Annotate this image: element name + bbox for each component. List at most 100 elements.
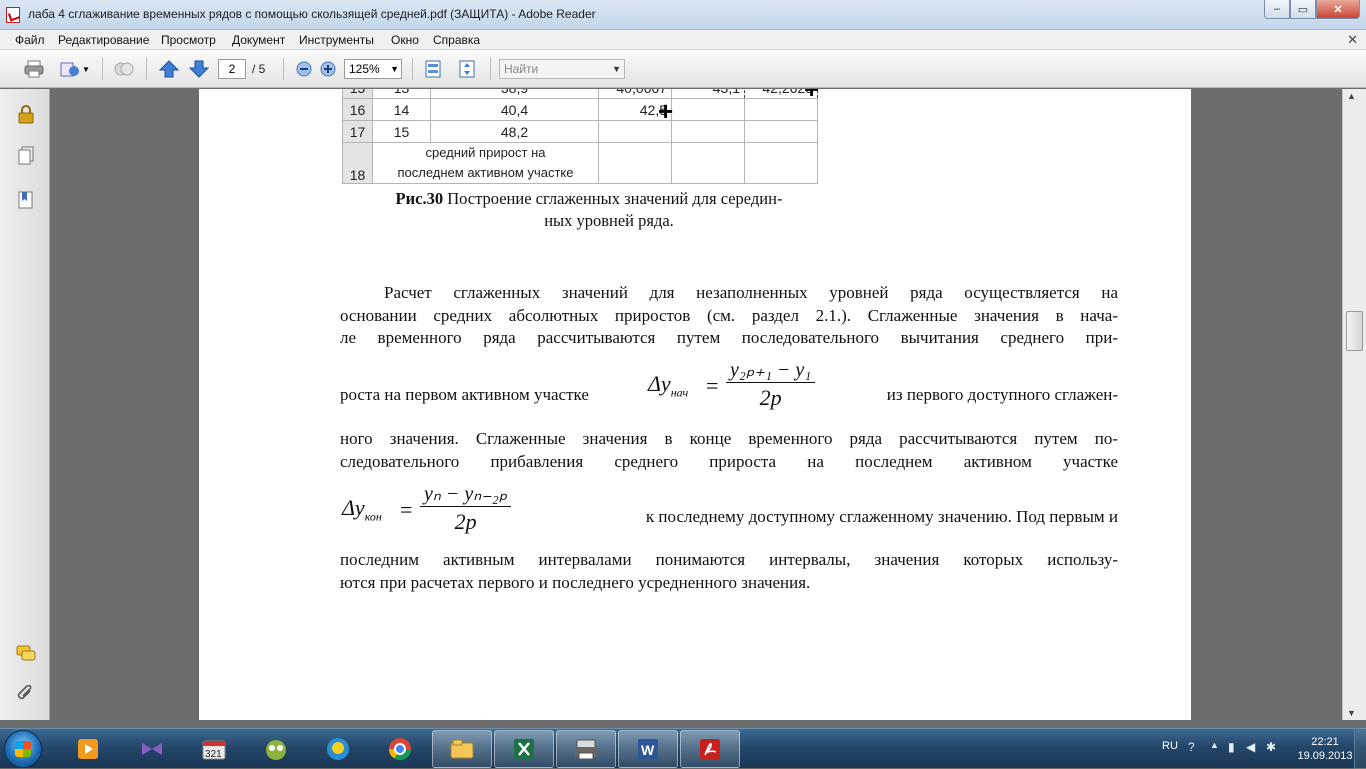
pdf-app-icon [6, 7, 20, 23]
show-desktop-button[interactable] [1354, 729, 1366, 769]
clock[interactable]: 22:21 19.09.2013 [1294, 735, 1356, 763]
fit-page-icon[interactable] [455, 58, 479, 80]
pdf-page: 15 13 38,9 40,0667 43,1 42,2625 16 14 40… [199, 89, 1191, 720]
document-close-icon[interactable]: ✕ [1347, 32, 1358, 48]
word-icon[interactable]: W [618, 730, 678, 768]
table-cell: 13 [372, 89, 431, 99]
menu-bar: Файл Редактирование Просмотр Документ Ин… [0, 30, 1366, 50]
equals-sign: = [706, 373, 719, 398]
taskbar: 321 W RU ? ▲ ▮ ◀ ✱ 22:21 19.09.2013 [0, 728, 1366, 769]
table-row: 15 13 38,9 40,0667 43,1 42,2625 [342, 89, 818, 99]
menu-file[interactable]: Файл [15, 33, 45, 47]
scroll-up-icon[interactable]: ▲ [1347, 91, 1356, 101]
minimize-button[interactable]: – [1264, 0, 1290, 19]
menu-tools[interactable]: Инструменты [299, 33, 374, 47]
zoom-value: 125% [349, 62, 380, 76]
page-number-input[interactable]: 2 [218, 59, 246, 79]
bookmarks-icon[interactable] [15, 189, 37, 211]
formula-line-2: Δyкон = yₙ − yₙ₋₂ₚ 2p к последнему досту… [340, 479, 1118, 543]
spreadsheet-table: 15 13 38,9 40,0667 43,1 42,2625 16 14 40… [342, 89, 818, 184]
menu-document[interactable]: Документ [232, 33, 285, 47]
table-cell: 14 [372, 98, 431, 121]
explorer-icon[interactable] [432, 730, 492, 768]
messenger-icon[interactable] [308, 730, 368, 768]
attachments-icon[interactable] [15, 684, 37, 706]
fraction-numerator: y₂ₚ₊₁ − y₁ [726, 357, 816, 383]
share-icon[interactable] [58, 58, 82, 80]
row-number: 15 [342, 89, 373, 99]
excel-icon[interactable] [494, 730, 554, 768]
window-controls: – ▭ ✕ [1264, 0, 1360, 20]
merged-cell-line: последнем активном участке [397, 165, 574, 180]
menu-window[interactable]: Окно [391, 33, 419, 47]
page-up-icon[interactable] [157, 58, 181, 80]
visual-studio-icon[interactable] [122, 730, 182, 768]
network-icon[interactable]: ▮ [1228, 740, 1235, 754]
caption-label: Рис.30 [395, 189, 444, 208]
bluetooth-icon[interactable]: ✱ [1266, 740, 1276, 754]
table-cell [671, 120, 745, 143]
media-player-icon[interactable] [58, 730, 118, 768]
menu-view[interactable]: Просмотр [161, 33, 216, 47]
fraction-denominator: 2p [454, 509, 477, 534]
collaborate-icon[interactable] [112, 58, 136, 80]
toolbar-separator [102, 58, 103, 80]
body-paragraph-end: последним активным интервалами понимаютс… [340, 549, 1118, 594]
body-paragraph-cont: ного значения. Сглаженные значения в кон… [340, 428, 1118, 473]
toolbar-separator [412, 58, 413, 80]
text-line: основании средних абсолютных приростов (… [340, 305, 1118, 325]
row-number: 18 [342, 142, 373, 184]
scrollbar-thumb[interactable] [1346, 311, 1363, 351]
zoom-out-icon[interactable] [292, 58, 316, 80]
find-input[interactable]: Найти ▼ [499, 59, 625, 79]
table-row: 16 14 40,4 42,5 [342, 98, 818, 121]
toolbar-separator [146, 58, 147, 80]
formula-subscript: кон [364, 509, 382, 524]
vertical-scrollbar[interactable]: ▲ ▼ [1342, 89, 1366, 720]
start-button[interactable] [4, 730, 42, 768]
chevron-down-icon: ▼ [612, 64, 621, 74]
comments-icon[interactable] [15, 643, 37, 665]
table-cell: 15 [372, 120, 431, 143]
scrolling-mode-icon[interactable] [421, 58, 445, 80]
calendar-321-icon[interactable]: 321 [184, 730, 244, 768]
menu-edit[interactable]: Редактирование [58, 33, 149, 47]
spreadsheet-figure: 15 13 38,9 40,0667 43,1 42,2625 16 14 40… [342, 89, 830, 189]
language-indicator[interactable]: RU [1162, 740, 1178, 752]
pages-icon[interactable] [15, 145, 37, 167]
window-title: лаба 4 сглаживание временных рядов с пом… [28, 7, 596, 21]
zoom-in-icon[interactable] [316, 58, 340, 80]
formula-line-1: роста на первом активном участке Δyнач =… [340, 357, 1118, 421]
game-character-icon[interactable] [246, 730, 306, 768]
toolbar: ▼ 2 / 5 125% ▼ Найти ▼ [0, 50, 1366, 88]
tray-arrow-icon[interactable]: ▲ [1210, 740, 1219, 750]
cursor-cross-icon: + [804, 89, 820, 104]
fraction: yₙ − yₙ₋₂ₚ 2p [420, 481, 512, 535]
volume-icon[interactable]: ◀ [1246, 740, 1255, 754]
table-cell [744, 142, 818, 184]
help-icon[interactable]: ? [1188, 740, 1195, 754]
text-fragment: из первого доступного сглажен- [886, 385, 1118, 404]
cursor-cross-icon: + [658, 96, 674, 126]
formula-delta-start: Δyнач [648, 371, 688, 400]
chevron-down-icon: ▼ [390, 64, 399, 74]
figure-caption: Рис.30 Построение сглаженных значений дл… [344, 188, 834, 232]
share-dropdown-icon[interactable]: ▼ [80, 58, 92, 80]
text-line: ются при расчетах первого и последнего у… [340, 572, 811, 592]
lock-icon[interactable] [15, 103, 37, 125]
scroll-down-icon[interactable]: ▼ [1347, 708, 1356, 718]
zoom-select[interactable]: 125% ▼ [344, 59, 402, 79]
print-icon[interactable] [22, 58, 46, 80]
table-cell [671, 98, 745, 121]
merged-cell-line: средний прирост на [425, 145, 546, 160]
maximize-button[interactable]: ▭ [1290, 0, 1316, 19]
printer-app-icon[interactable] [556, 730, 616, 768]
text-line: ле временного ряда рассчитываются путем … [340, 328, 1118, 347]
chrome-icon[interactable] [370, 730, 430, 768]
adobe-reader-icon[interactable] [680, 730, 740, 768]
caption-line-1: Рис.30 Построение сглаженных значений дл… [344, 188, 834, 210]
close-button[interactable]: ✕ [1316, 0, 1360, 19]
menu-help[interactable]: Справка [433, 33, 480, 47]
page-down-icon[interactable] [187, 58, 211, 80]
row-number: 17 [342, 120, 373, 143]
